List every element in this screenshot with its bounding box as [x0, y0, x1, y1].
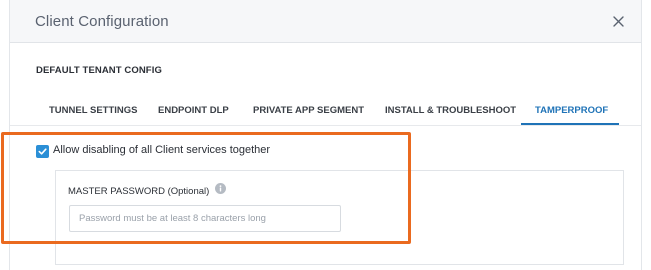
tab-private-app-segment[interactable]: PRIVATE APP SEGMENT: [253, 105, 364, 116]
section-title: DEFAULT TENANT CONFIG: [36, 65, 162, 76]
dialog-right-border: [641, 0, 642, 270]
tab-tamperproof[interactable]: TAMPERPROOF: [535, 105, 608, 116]
tab-bar: TUNNEL SETTINGS ENDPOINT DLP PRIVATE APP…: [10, 96, 641, 126]
tab-install-troubleshoot[interactable]: INSTALL & TROUBLESHOOT: [385, 105, 516, 116]
tab-endpoint-dlp[interactable]: ENDPOINT DLP: [158, 105, 229, 116]
dialog-header: Client Configuration: [10, 0, 641, 43]
active-tab-indicator: [521, 123, 619, 125]
dialog-title: Client Configuration: [35, 13, 169, 30]
close-icon: [612, 15, 624, 27]
info-glyph: [219, 185, 222, 192]
checkmark-icon: [38, 148, 47, 155]
master-password-label: MASTER PASSWORD (Optional): [68, 186, 210, 197]
allow-disable-checkbox[interactable]: [36, 145, 49, 158]
client-configuration-dialog: Client Configuration DEFAULT TENANT CONF…: [0, 0, 651, 270]
info-icon[interactable]: [215, 183, 226, 194]
allow-disable-label[interactable]: Allow disabling of all Client services t…: [53, 144, 270, 156]
master-password-input[interactable]: [69, 205, 341, 232]
close-button[interactable]: [608, 11, 628, 31]
tab-tunnel-settings[interactable]: TUNNEL SETTINGS: [49, 105, 138, 116]
tab-bar-divider: [10, 125, 641, 126]
